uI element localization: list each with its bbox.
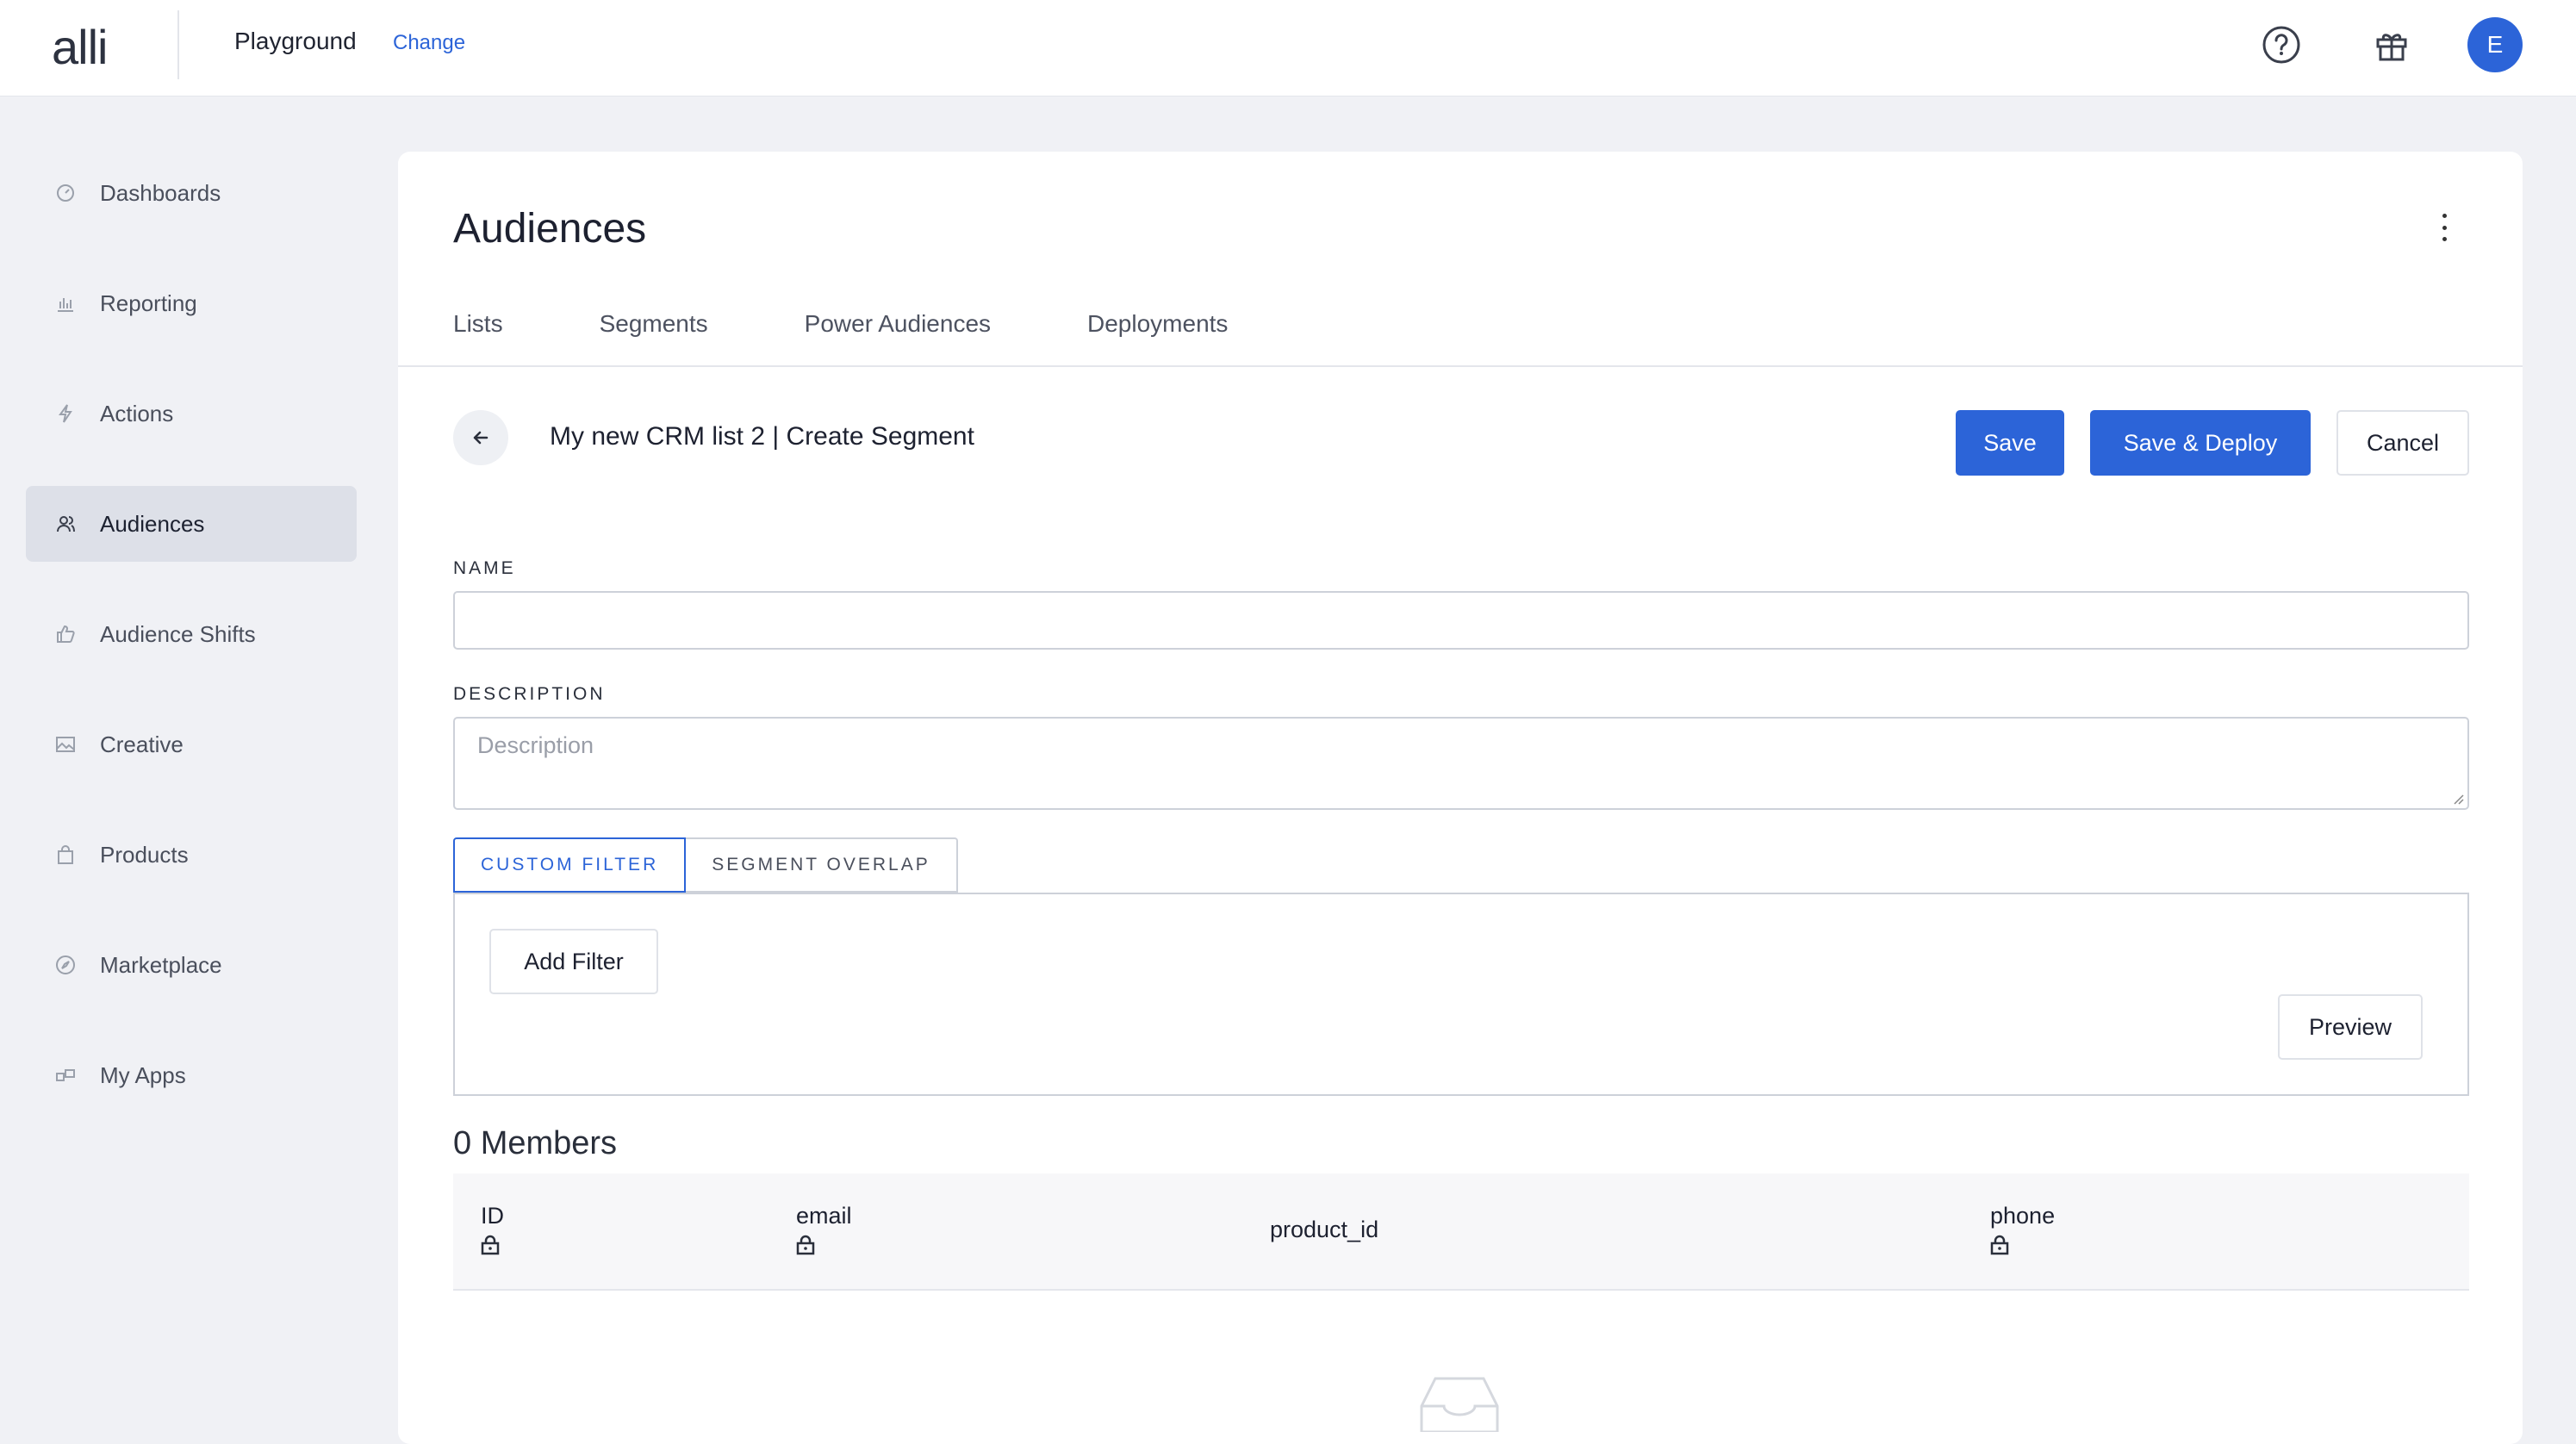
user-avatar[interactable]: E — [2467, 17, 2523, 72]
empty-inbox-icon — [1420, 1377, 1499, 1432]
sidebar-item-audience-shifts[interactable]: Audience Shifts — [26, 596, 357, 672]
tab-lists[interactable]: Lists — [453, 310, 503, 338]
arrow-left-icon — [473, 431, 488, 445]
top-bar: alli Playground Change E — [0, 0, 2576, 96]
sidebar-item-audiences[interactable]: Audiences — [26, 486, 357, 562]
lock-icon — [481, 1235, 500, 1255]
filter-mode-tabs: CUSTOM FILTER SEGMENT OVERLAP — [453, 837, 958, 893]
sidebar-item-label: Creative — [100, 731, 184, 757]
tab-segments[interactable]: Segments — [600, 310, 708, 338]
workspace-name: Playground — [234, 28, 357, 54]
save-button[interactable]: Save — [1956, 410, 2064, 476]
thumbs-up-icon — [55, 624, 76, 644]
column-header-email[interactable]: email — [796, 1203, 852, 1255]
sidebar-item-my-apps[interactable]: My Apps — [26, 1037, 357, 1113]
sidebar-item-creative[interactable]: Creative — [26, 706, 357, 782]
bag-icon — [55, 844, 76, 865]
sidebar-item-label: Products — [100, 841, 189, 868]
sidebar-item-label: Marketplace — [100, 951, 222, 978]
sidebar-item-marketplace[interactable]: Marketplace — [26, 927, 357, 1003]
sidebar: Dashboards Reporting Actions Audiences A… — [26, 155, 357, 1148]
name-input[interactable] — [453, 591, 2469, 650]
cancel-button[interactable]: Cancel — [2336, 410, 2469, 476]
back-button[interactable] — [453, 410, 508, 465]
resize-handle-icon[interactable] — [2452, 793, 2464, 805]
main-card: Audiences Lists Segments Power Audiences… — [398, 152, 2523, 1444]
topbar-divider — [177, 10, 179, 79]
gauge-icon — [55, 183, 76, 203]
members-count: 0 Members — [453, 1125, 618, 1161]
lock-icon — [1990, 1235, 2009, 1255]
members-table-header: ID email product_id phone — [453, 1173, 2469, 1291]
description-label: DESCRIPTION — [453, 684, 606, 704]
more-options-icon[interactable] — [2431, 210, 2457, 245]
column-header-phone[interactable]: phone — [1990, 1203, 2055, 1255]
image-icon — [55, 734, 76, 755]
tab-segment-overlap[interactable]: SEGMENT OVERLAP — [686, 837, 958, 893]
column-header-product-id[interactable]: product_id — [1270, 1217, 1378, 1243]
lightning-icon — [55, 403, 76, 424]
sidebar-item-label: Dashboards — [100, 179, 221, 206]
sidebar-item-products[interactable]: Products — [26, 817, 357, 893]
alli-logo[interactable]: alli — [52, 19, 108, 75]
description-placeholder: Description — [477, 732, 594, 758]
sidebar-item-label: Reporting — [100, 289, 197, 316]
gift-icon[interactable] — [2371, 24, 2412, 65]
add-filter-button[interactable]: Add Filter — [489, 929, 658, 994]
change-workspace-link[interactable]: Change — [393, 31, 465, 55]
tabs-divider — [398, 365, 2523, 367]
segment-title: My new CRM list 2 | Create Segment — [550, 422, 974, 451]
tab-custom-filter[interactable]: CUSTOM FILTER — [453, 837, 687, 893]
sidebar-item-label: Audience Shifts — [100, 620, 256, 647]
compass-icon — [55, 955, 76, 975]
sidebar-item-label: Audiences — [100, 510, 205, 537]
column-header-id[interactable]: ID — [481, 1203, 504, 1255]
users-icon — [55, 513, 76, 534]
filter-panel: Add Filter Preview — [453, 893, 2469, 1096]
tab-deployments[interactable]: Deployments — [1087, 310, 1228, 338]
name-label: NAME — [453, 558, 516, 578]
lock-icon — [796, 1235, 815, 1255]
sidebar-item-label: Actions — [100, 400, 174, 426]
page-title: Audiences — [453, 206, 647, 252]
bar-chart-icon — [55, 293, 76, 314]
apps-icon — [55, 1065, 76, 1086]
sidebar-item-reporting[interactable]: Reporting — [26, 265, 357, 341]
sidebar-item-actions[interactable]: Actions — [26, 376, 357, 451]
help-icon[interactable] — [2261, 24, 2302, 65]
preview-button[interactable]: Preview — [2278, 994, 2423, 1060]
description-textarea[interactable]: Description — [453, 717, 2469, 810]
save-deploy-button[interactable]: Save & Deploy — [2090, 410, 2311, 476]
tab-power-audiences[interactable]: Power Audiences — [805, 310, 991, 338]
audience-tabs: Lists Segments Power Audiences Deploymen… — [453, 310, 1324, 338]
sidebar-item-dashboards[interactable]: Dashboards — [26, 155, 357, 231]
sidebar-item-label: My Apps — [100, 1061, 186, 1088]
